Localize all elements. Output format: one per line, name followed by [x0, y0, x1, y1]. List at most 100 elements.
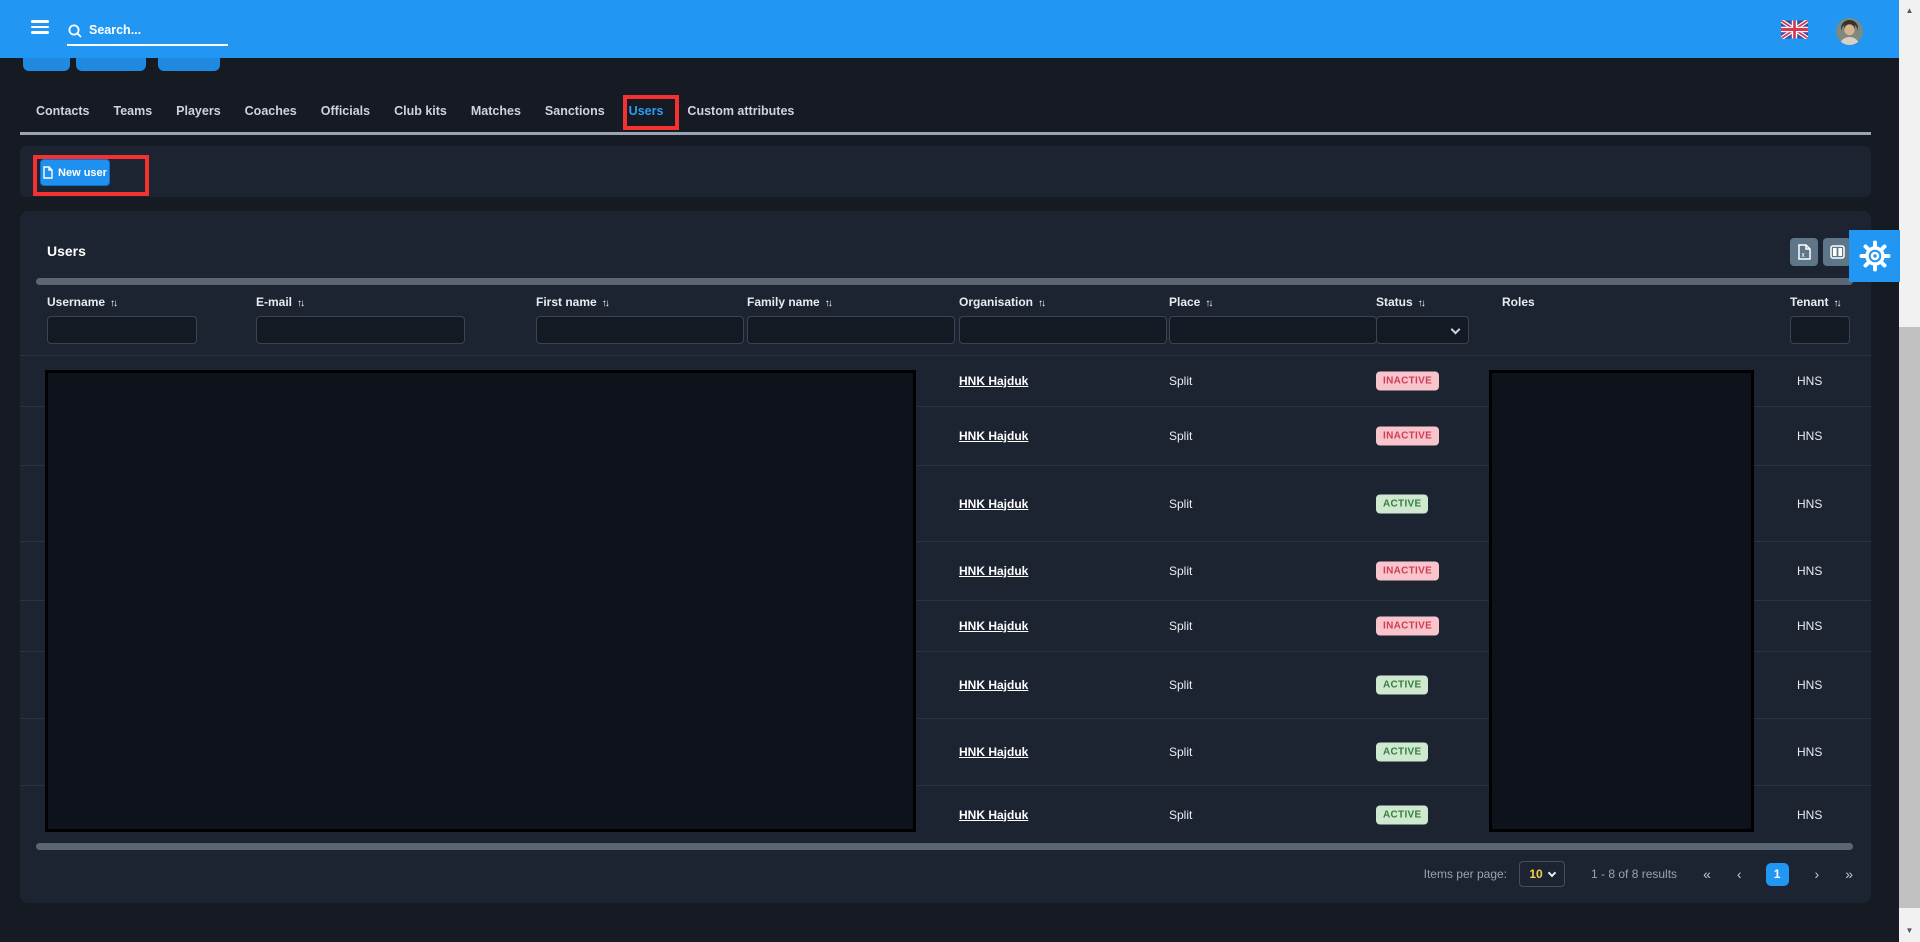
organisation-link[interactable]: HNK Hajduk	[959, 497, 1028, 511]
tab-matches[interactable]: Matches	[471, 104, 521, 118]
tab-custom-attributes[interactable]: Custom attributes	[687, 104, 794, 118]
organisation-link[interactable]: HNK Hajduk	[959, 619, 1028, 633]
tenant-cell: HNS	[1797, 745, 1822, 759]
tabs-divider	[20, 132, 1871, 135]
chevron-down-icon	[1451, 325, 1461, 335]
filter-status[interactable]	[1376, 316, 1469, 344]
previous-page-button[interactable]: ‹	[1737, 866, 1742, 882]
tab-bar: Contacts Teams Players Coaches Officials Club…	[36, 104, 794, 118]
organisation-link[interactable]: HNK Hajduk	[959, 374, 1028, 388]
tenant-cell: HNS	[1797, 429, 1822, 443]
tab-officials[interactable]: Officials	[321, 104, 370, 118]
top-app-bar: Search...	[0, 0, 1899, 58]
organisation-link[interactable]: HNK Hajduk	[959, 564, 1028, 578]
organisation-link[interactable]: HNK Hajduk	[959, 808, 1028, 822]
place-cell: Split	[1169, 564, 1192, 578]
page-size-select[interactable]: 10	[1519, 861, 1565, 887]
place-cell: Split	[1169, 745, 1192, 759]
last-page-button[interactable]: »	[1845, 866, 1853, 882]
organisation-link[interactable]: HNK Hajduk	[959, 429, 1028, 443]
redaction-box-roles	[1489, 370, 1754, 832]
column-header-tenant[interactable]: Tenant↑↓	[1790, 295, 1839, 309]
cut-button-3[interactable]	[158, 58, 220, 71]
cut-button-2[interactable]	[76, 58, 146, 71]
sort-icon[interactable]: ↑↓	[297, 298, 303, 309]
scroll-down-arrow-icon[interactable]: ▼	[1899, 922, 1920, 938]
search-icon	[67, 23, 83, 39]
column-header-status[interactable]: Status↑↓	[1376, 295, 1424, 309]
cut-button-1[interactable]	[23, 58, 70, 71]
new-user-button[interactable]: New user	[40, 159, 110, 186]
first-page-button[interactable]: «	[1703, 866, 1711, 882]
place-cell: Split	[1169, 619, 1192, 633]
column-header-organisation[interactable]: Organisation↑↓	[959, 295, 1044, 309]
tab-players[interactable]: Players	[176, 104, 220, 118]
next-page-button[interactable]: ›	[1815, 866, 1820, 882]
filter-tenant[interactable]	[1790, 316, 1850, 344]
place-cell: Split	[1169, 678, 1192, 692]
tenant-cell: HNS	[1797, 619, 1822, 633]
column-header-family-name[interactable]: Family name↑↓	[747, 295, 831, 309]
search-input[interactable]: Search...	[67, 20, 228, 46]
scroll-up-arrow-icon[interactable]: ▲	[1899, 2, 1920, 18]
organisation-link[interactable]: HNK Hajduk	[959, 745, 1028, 759]
filter-place[interactable]	[1169, 316, 1377, 344]
column-header-place[interactable]: Place↑↓	[1169, 295, 1211, 309]
card-title: Users	[47, 243, 86, 259]
horizontal-scrollbar-bottom[interactable]	[36, 843, 1853, 850]
vertical-scrollbar[interactable]: ▲ ▼	[1899, 0, 1920, 942]
menu-icon[interactable]	[31, 20, 49, 34]
column-header-first-name[interactable]: First name↑↓	[536, 295, 608, 309]
place-cell: Split	[1169, 808, 1192, 822]
scrollbar-thumb[interactable]	[1899, 327, 1920, 908]
sort-icon[interactable]: ↑↓	[1038, 298, 1044, 309]
toolbar-card: New user	[20, 146, 1871, 197]
annotation-box-users-tab	[623, 95, 680, 130]
results-count: 1 - 8 of 8 results	[1591, 867, 1677, 881]
tenant-cell: HNS	[1797, 564, 1822, 578]
column-header-roles: Roles	[1502, 295, 1535, 309]
filter-e-mail[interactable]	[256, 316, 465, 344]
tab-users[interactable]: Users	[629, 104, 664, 118]
sort-icon[interactable]: ↑↓	[110, 298, 116, 309]
filter-family-name[interactable]	[747, 316, 955, 344]
organisation-link[interactable]: HNK Hajduk	[959, 678, 1028, 692]
status-badge: INACTIVE	[1376, 617, 1439, 636]
status-badge: ACTIVE	[1376, 743, 1428, 762]
sort-icon[interactable]: ↑↓	[1205, 298, 1211, 309]
new-user-label: New user	[58, 167, 107, 179]
tab-coaches[interactable]: Coaches	[245, 104, 297, 118]
column-header-e-mail[interactable]: E-mail↑↓	[256, 295, 303, 309]
tenant-cell: HNS	[1797, 497, 1822, 511]
place-cell: Split	[1169, 374, 1192, 388]
place-cell: Split	[1169, 497, 1192, 511]
sort-icon[interactable]: ↑↓	[1833, 298, 1839, 309]
horizontal-scrollbar-top[interactable]	[36, 278, 1853, 285]
uk-flag-icon[interactable]	[1781, 20, 1808, 39]
chevron-down-icon	[1547, 868, 1555, 876]
user-avatar[interactable]	[1836, 18, 1863, 45]
search-placeholder: Search...	[89, 23, 141, 37]
status-badge: INACTIVE	[1376, 562, 1439, 581]
columns-toggle-button[interactable]	[1823, 238, 1851, 266]
search-underline	[67, 44, 228, 46]
tab-sanctions[interactable]: Sanctions	[545, 104, 605, 118]
export-file-icon: x	[1797, 244, 1811, 260]
tenant-cell: HNS	[1797, 374, 1822, 388]
tab-teams[interactable]: Teams	[113, 104, 152, 118]
filter-first-name[interactable]	[536, 316, 744, 344]
settings-gear-button[interactable]	[1849, 230, 1900, 282]
sort-icon[interactable]: ↑↓	[825, 298, 831, 309]
place-cell: Split	[1169, 429, 1192, 443]
filter-organisation[interactable]	[959, 316, 1167, 344]
current-page-button[interactable]: 1	[1766, 863, 1789, 886]
tab-club-kits[interactable]: Club kits	[394, 104, 447, 118]
export-button[interactable]: x	[1790, 238, 1818, 266]
sort-icon[interactable]: ↑↓	[602, 298, 608, 309]
sort-icon[interactable]: ↑↓	[1418, 298, 1424, 309]
tab-contacts[interactable]: Contacts	[36, 104, 89, 118]
column-header-username[interactable]: Username↑↓	[47, 295, 116, 309]
filter-username[interactable]	[47, 316, 197, 344]
redaction-box-left	[45, 370, 916, 832]
page-size-value: 10	[1529, 867, 1542, 881]
